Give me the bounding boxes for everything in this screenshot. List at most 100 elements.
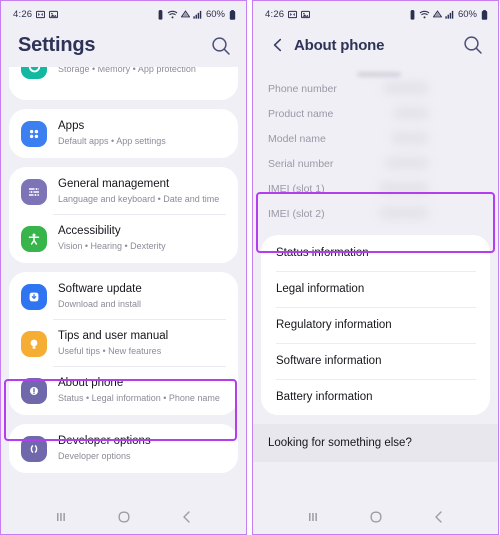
accessibility-person-icon [21,226,47,252]
info-row-imei-slot-1[interactable]: IMEI (slot 1) [253,176,498,201]
lightbulb-icon [21,331,47,357]
list-item-subtitle: Language and keyboard • Date and time [58,194,220,204]
settings-group-device-care: Storage • Memory • App protection [9,67,238,100]
list-item-text: Accessibility Vision • Hearing • Dexteri… [58,224,226,252]
sidebar-item-developer-options[interactable]: Developer options Developer options [9,424,238,471]
list-item-subtitle: Developer options [58,451,131,461]
wifi-icon [167,10,178,19]
alarm-icon [157,9,164,20]
list-item-subtitle: Download and install [58,299,142,309]
list-item-title: Tips and user manual [58,330,169,342]
sidebar-item-accessibility[interactable]: Accessibility Vision • Hearing • Dexteri… [9,214,238,261]
info-label: Model name [268,132,326,145]
about-phone-menu-list: Status information Legal information Reg… [261,235,490,415]
sidebar-item-tips[interactable]: Tips and user manual Useful tips • New f… [9,319,238,366]
status-bar: 4:26 60% [253,1,498,28]
list-item-text: Apps Default apps • App settings [58,119,226,147]
list-item-subtitle: Storage • Memory • App protection [58,67,196,74]
info-value-redacted [379,207,429,219]
code-braces-icon [21,436,47,462]
home-circle-icon[interactable] [116,509,132,525]
status-bar-right: 60% [409,9,488,20]
sidebar-item-about-phone[interactable]: About phone Status • Legal information •… [9,366,238,413]
signal-icon [432,10,442,19]
signal-bars-icon [445,10,454,19]
list-item-subtitle: Status • Legal information • Phone name [58,393,220,403]
back-chevron-icon[interactable] [431,509,447,525]
settings-scroll-body[interactable]: Storage • Memory • App protection Apps D… [1,67,246,500]
info-label: IMEI (slot 1) [268,182,325,195]
list-item-text: Developer options Developer options [58,434,226,462]
right-phone-screenshot: 4:26 60% About phone Phone number Produc… [252,0,499,535]
menu-item-battery-information[interactable]: Battery information [261,379,490,415]
looking-for-something-else[interactable]: Looking for something else? [253,424,498,462]
settings-title-bar: Settings [1,28,246,67]
list-item-title: Accessibility [58,225,121,237]
sliders-icon [21,179,47,205]
sidebar-item-software-update[interactable]: Software update Download and install [9,272,238,319]
apps-grid-icon [21,121,47,147]
search-icon[interactable] [462,34,484,56]
device-care-icon [21,67,47,79]
info-row-model-name[interactable]: Model name [253,126,498,151]
back-chevron-icon[interactable] [270,37,286,53]
info-row-product-name[interactable]: Product name [253,101,498,126]
info-label: Serial number [268,157,334,170]
about-phone-scroll-body[interactable]: Phone number Product name Model name Ser… [253,66,498,500]
page-title: About phone [294,36,385,54]
navigation-bar [253,500,498,534]
home-circle-icon[interactable] [368,509,384,525]
recents-icon[interactable] [53,509,69,525]
list-item-text: Software update Download and install [58,282,226,310]
battery-percent: 60% [457,9,477,20]
status-time: 4:26 [265,9,285,20]
device-info-list: Phone number Product name Model name Ser… [253,66,498,226]
info-row-serial-number[interactable]: Serial number [253,151,498,176]
software-update-icon [21,284,47,310]
list-item-subtitle: Default apps • App settings [58,136,166,146]
list-item[interactable]: Storage • Memory • App protection [9,67,238,98]
info-row-phone-number[interactable]: Phone number [253,76,498,101]
alarm-icon [409,9,416,20]
battery-icon [229,9,236,20]
battery-percent: 60% [205,9,225,20]
info-label: IMEI (slot 2) [268,207,325,220]
menu-item-status-information[interactable]: Status information [261,235,490,271]
recents-icon[interactable] [305,509,321,525]
list-item-title: Software update [58,283,142,295]
info-value-redacted [393,107,429,119]
list-item-title: General management [58,178,170,190]
list-item-text: General management Language and keyboard… [58,177,226,205]
menu-item-regulatory-information[interactable]: Regulatory information [261,307,490,343]
info-value-redacted [379,182,429,194]
menu-item-software-information[interactable]: Software information [261,343,490,379]
image-icon [301,10,311,19]
signal-bars-icon [193,10,202,19]
navigation-bar [1,500,246,534]
status-bar: 4:26 60% [1,1,246,28]
status-time: 4:26 [13,9,33,20]
dnd-icon [288,10,298,19]
sidebar-item-apps[interactable]: Apps Default apps • App settings [9,109,238,156]
list-item-text: About phone Status • Legal information •… [58,376,226,404]
list-item-title: Developer options [58,435,151,447]
search-icon[interactable] [210,35,232,57]
list-item-subtitle: Useful tips • New features [58,346,162,356]
info-row-imei-slot-2[interactable]: IMEI (slot 2) [253,201,498,226]
page-title: Settings [18,34,96,56]
status-bar-left: 4:26 [13,9,59,20]
info-value-redacted [385,157,429,169]
back-chevron-icon[interactable] [179,509,195,525]
wifi-icon [419,10,430,19]
settings-group-developer: Developer options Developer options [9,424,238,473]
info-value-redacted [383,82,429,94]
list-item-text: Storage • Memory • App protection [58,67,226,75]
menu-item-legal-information[interactable]: Legal information [261,271,490,307]
info-value-redacted [391,132,429,144]
screenshot-stage: 4:26 60% Settings Storage • Memory • App… [0,0,500,535]
battery-icon [481,9,488,20]
info-label: Product name [268,107,334,120]
settings-group-about: Software update Download and install Tip… [9,272,238,415]
sidebar-item-general-management[interactable]: General management Language and keyboard… [9,167,238,214]
list-item-title: Apps [58,120,85,132]
